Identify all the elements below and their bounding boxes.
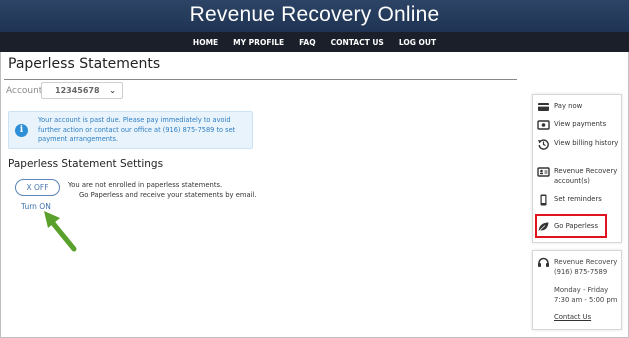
past-due-alert: i Your account is past due. Please pay i… [8, 111, 253, 149]
contact-name: Revenue Recovery [554, 258, 618, 266]
nav-home[interactable]: HOME [193, 38, 218, 47]
contact-panel: Revenue Recovery (916) 875-7589 Monday -… [532, 250, 622, 330]
id-card-icon [537, 167, 550, 177]
money-icon [537, 120, 550, 130]
settings-title: Paperless Statement Settings [8, 158, 164, 170]
nav-contact-us[interactable]: CONTACT US [331, 38, 384, 47]
chevron-down-icon: ⌄ [109, 86, 116, 95]
sidebar-item-label: Set reminders [554, 195, 602, 203]
contact-days: Monday - Friday [554, 286, 609, 294]
sidebar-item-label: View billing history [554, 139, 619, 147]
enrollment-hint: Go Paperless and receive your statements… [79, 191, 257, 199]
phone-icon [540, 194, 547, 206]
card-icon [538, 103, 549, 111]
sidebar-item-view-payments[interactable]: View payments [533, 119, 623, 133]
nav-my-profile[interactable]: MY PROFILE [233, 38, 284, 47]
nav-log-out[interactable]: LOG OUT [399, 38, 436, 47]
sidebar-item-label: Pay now [554, 102, 583, 110]
paperless-toggle[interactable]: X OFF [15, 179, 60, 196]
headset-icon [538, 257, 549, 267]
go-paperless-highlight [535, 214, 607, 238]
nav-faq[interactable]: FAQ [299, 38, 315, 47]
arrow-icon [44, 211, 77, 252]
site-banner: Revenue Recovery Online [0, 0, 629, 32]
sidebar-item-label: Revenue Recovery account(s) [554, 167, 618, 185]
alert-message: Your account is past due. Please pay imm… [38, 116, 236, 143]
sidebar-item-billing-history[interactable]: View billing history [533, 138, 623, 160]
sidebar-item-label: View payments [554, 120, 607, 128]
site-title: Revenue Recovery Online [189, 3, 440, 26]
contact-us-link[interactable]: Contact Us [554, 313, 591, 321]
enrollment-status: You are not enrolled in paperless statem… [68, 181, 223, 189]
sidebar-item-pay-now[interactable]: Pay now [533, 101, 623, 115]
sidebar-item-accounts[interactable]: Revenue Recovery account(s) [533, 166, 623, 188]
contact-hours: 7:30 am - 5:00 pm [554, 296, 618, 304]
account-select-value: 12345678 [55, 86, 100, 95]
title-divider [4, 79, 517, 80]
account-select[interactable]: 12345678 ⌄ [41, 82, 123, 99]
history-icon [538, 139, 549, 150]
contact-phone: (916) 875-7589 [554, 268, 608, 276]
sidebar-item-set-reminders[interactable]: Set reminders [533, 194, 623, 208]
page-title: Paperless Statements [8, 56, 161, 72]
top-nav: HOME MY PROFILE FAQ CONTACT US LOG OUT [0, 32, 629, 52]
account-label: Account [6, 86, 43, 96]
info-icon: i [15, 124, 28, 137]
